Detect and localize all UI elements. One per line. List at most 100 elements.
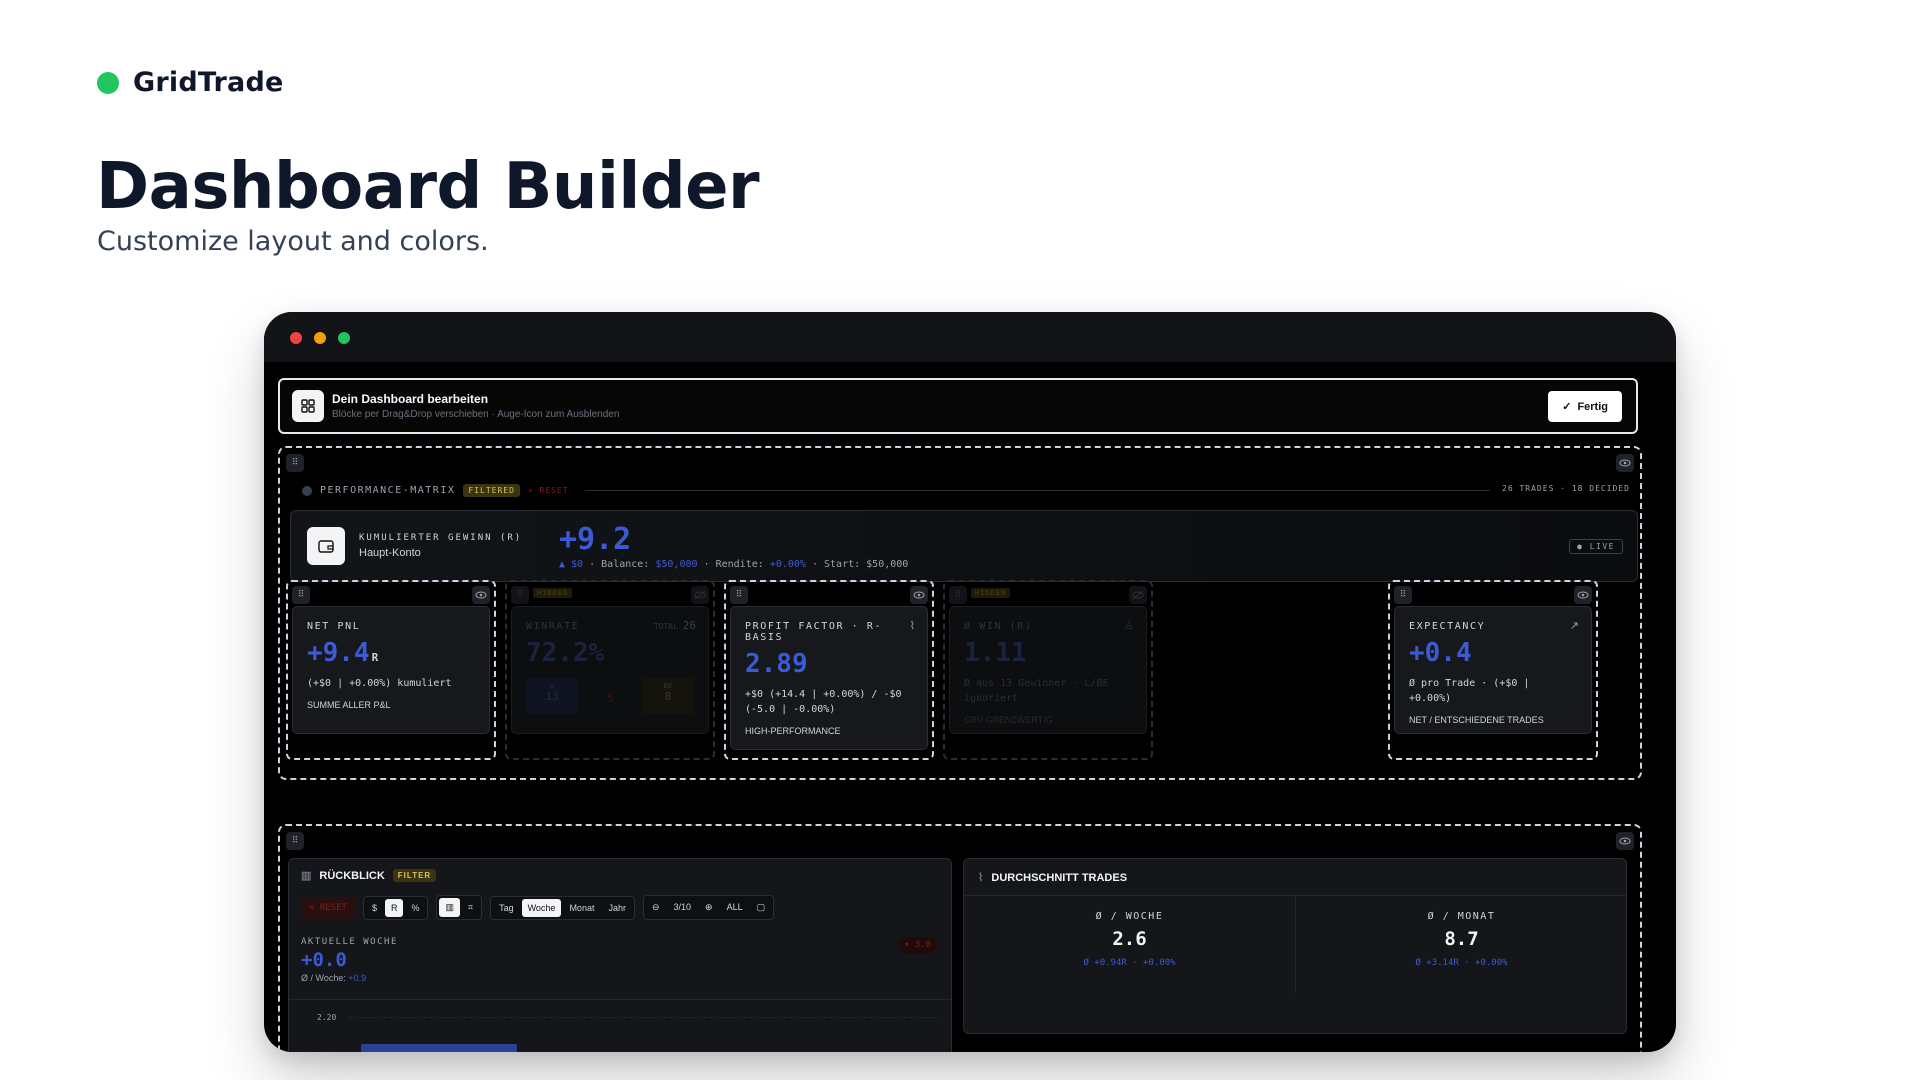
- drag-handle-icon[interactable]: ⠿: [286, 454, 304, 472]
- average-trades-header: ⌇ DURCHSCHNITT TRADES: [978, 871, 1127, 885]
- cumulative-profit-meta: ▲ $0 · Balance: $50,000 · Rendite: +0.00…: [559, 559, 908, 570]
- drag-handle-icon[interactable]: ⠿: [292, 586, 310, 604]
- account-name: Haupt-Konto: [359, 547, 421, 559]
- done-button[interactable]: ✓ Fertig: [1548, 391, 1622, 422]
- cumulative-profit-value: +9.2: [559, 522, 632, 557]
- drag-handle-icon[interactable]: ⠿: [1394, 586, 1412, 604]
- hidden-badge: HIDDEN: [533, 588, 573, 598]
- unit-r[interactable]: R: [384, 898, 404, 917]
- review-header: ▥ RÜCKBLICK FILTER: [301, 869, 437, 882]
- line-chart-icon[interactable]: ⌗: [462, 898, 479, 917]
- review-title: RÜCKBLICK: [319, 869, 385, 882]
- net-pnl-number: +9.4: [307, 638, 370, 668]
- losses-box: 5: [584, 678, 636, 714]
- eye-icon[interactable]: [1616, 832, 1634, 850]
- review-block[interactable]: ⠿ ▥ RÜCKBLICK FILTER × RESET $ R % ▥ ⌗ T…: [278, 824, 1642, 1052]
- expectancy-value: +0.4: [1409, 638, 1472, 668]
- zoom-level: 3/10: [673, 902, 692, 912]
- net-pnl-sub: (+$0 | +0.00%) kumuliert: [307, 678, 452, 689]
- be-label: BE: [663, 682, 673, 690]
- drag-handle-icon[interactable]: ⠿: [730, 586, 748, 604]
- avg-win-note: CRV GRENZWERTIG: [964, 715, 1053, 725]
- reset-filter-button[interactable]: × RESET: [528, 486, 569, 495]
- zoom-controls: ⊖ 3/10 ⊕ ALL ▢: [642, 895, 775, 920]
- maximize-window-button[interactable]: [338, 332, 350, 344]
- matrix-header: PERFORMANCE-MATRIX FILTERED × RESET: [302, 484, 569, 497]
- divider: [289, 999, 951, 1000]
- minimize-window-button[interactable]: [314, 332, 326, 344]
- profit-factor-tile[interactable]: ⠿ ⌇ PROFIT FACTOR · R-BASIS 2.89 +$0 (+1…: [724, 580, 934, 760]
- period-day[interactable]: Tag: [493, 899, 520, 917]
- rendite-label: · Rendite:: [703, 559, 764, 570]
- check-icon: ✓: [1562, 401, 1572, 413]
- fullscreen-icon[interactable]: ▢: [751, 898, 772, 917]
- unit-percent[interactable]: %: [405, 899, 425, 917]
- expectancy-note: NET / ENTSCHIEDENE TRADES: [1409, 715, 1544, 725]
- hidden-badge: HIDDEN: [971, 588, 1011, 598]
- wins-value: 13: [545, 690, 559, 703]
- period-year[interactable]: Jahr: [602, 899, 632, 917]
- period-month[interactable]: Monat: [563, 899, 600, 917]
- profit-factor-value: 2.89: [745, 649, 808, 679]
- activity-icon: ⌇: [909, 620, 915, 632]
- window-titlebar: [264, 312, 1676, 362]
- trade-count-info: 26 TRADES · 18 DECIDED: [1502, 484, 1630, 493]
- net-pnl-card: NET PNL +9.4 R (+$0 | +0.00%) kumuliert S…: [292, 606, 490, 734]
- activity-icon: ⌇: [978, 872, 984, 884]
- eye-icon[interactable]: [472, 586, 490, 604]
- bar-chart-icon[interactable]: ▥: [439, 898, 460, 917]
- profit-factor-note: HIGH-PERFORMANCE: [745, 726, 841, 736]
- page-title: Dashboard Builder: [96, 150, 760, 224]
- drag-handle-icon[interactable]: ⠿: [511, 586, 529, 604]
- expectancy-tile[interactable]: ⠿ ↗ EXPECTANCY +0.4 Ø pro Trade · (+$0 |…: [1388, 580, 1598, 760]
- profit-factor-sub: +$0 (+14.4 | +0.00%) / -$0 (-5.0 | -0.00…: [745, 689, 902, 715]
- expectancy-label: EXPECTANCY: [1409, 621, 1486, 632]
- bar-chart-icon: ▥: [301, 870, 312, 882]
- current-week-value: +0.0: [301, 949, 347, 971]
- eye-off-icon[interactable]: [691, 586, 709, 604]
- drag-handle-icon[interactable]: ⠿: [949, 586, 967, 604]
- winrate-breakdown: W 13 5 BE 8: [526, 678, 694, 714]
- avg-win-label: Ø WIN (R): [964, 621, 1033, 632]
- gridline: [349, 1017, 937, 1018]
- current-week: AKTUELLE WOCHE +0.0 Ø / Woche: +0.9: [301, 937, 398, 983]
- brand: GridTrade: [97, 67, 284, 98]
- drag-handle-icon[interactable]: ⠿: [286, 832, 304, 850]
- winrate-total: TOTAL 26: [654, 619, 696, 632]
- eye-icon[interactable]: [1616, 454, 1634, 472]
- total-label: TOTAL: [653, 622, 678, 631]
- chart-bar[interactable]: [361, 1044, 517, 1052]
- net-pnl-tile[interactable]: ⠿ NET PNL +9.4 R (+$0 | +0.00%) kumuliert…: [286, 580, 496, 760]
- close-window-button[interactable]: [290, 332, 302, 344]
- performance-matrix-block[interactable]: ⠿ PERFORMANCE-MATRIX FILTERED × RESET 26…: [278, 446, 1642, 780]
- grid-icon: [292, 390, 324, 422]
- eye-icon[interactable]: [910, 586, 928, 604]
- cumulative-profit-card: KUMULIERTER GEWINN (R) Haupt-Konto +9.2 …: [290, 510, 1638, 582]
- eye-icon[interactable]: [1574, 586, 1592, 604]
- net-pnl-unit: R: [371, 651, 379, 664]
- profit-factor-card: ⌇ PROFIT FACTOR · R-BASIS 2.89 +$0 (+14.…: [730, 606, 928, 750]
- winrate-card: WINRATE TOTAL 26 72.2% W 13 5 BE 8: [511, 606, 709, 734]
- edit-mode-bar: Dein Dashboard bearbeiten Blöcke per Dra…: [278, 378, 1638, 434]
- period-week[interactable]: Woche: [521, 898, 562, 917]
- reset-button[interactable]: × RESET: [301, 896, 355, 919]
- avg-win-tile[interactable]: ⠿ HIDDEN ♙ Ø WIN (R) 1.11 Ø aus 13 Gewin…: [943, 580, 1153, 760]
- brand-dot: [97, 71, 119, 94]
- start-value: · Start: $50,000: [811, 559, 909, 570]
- avg-win-sub: Ø aus 13 Gewinner · L/BE ignoriert: [964, 678, 1109, 704]
- current-week-label: AKTUELLE WOCHE: [301, 937, 398, 947]
- change-badge: ▾ 3.0: [897, 937, 937, 953]
- zoom-in-icon[interactable]: ⊕: [699, 898, 719, 917]
- avg-week-sub: Ø +0.94R · +0.00%: [1083, 958, 1176, 968]
- avg-week-label: Ø / WOCHE: [1095, 911, 1164, 922]
- zoom-all-button[interactable]: ALL: [721, 898, 749, 917]
- winrate-tile[interactable]: ⠿ HIDDEN WINRATE TOTAL 26 72.2% W 13 5 BE…: [505, 580, 715, 760]
- eye-off-icon[interactable]: [1129, 586, 1147, 604]
- net-pnl-value: +9.4 R: [307, 638, 475, 668]
- wins-box: W 13: [526, 678, 578, 714]
- zoom-out-icon[interactable]: ⊖: [646, 898, 666, 917]
- filtered-badge: FILTERED: [463, 484, 520, 497]
- live-badge: ● LIVE: [1569, 539, 1623, 554]
- profit-factor-label: PROFIT FACTOR · R-BASIS: [745, 621, 883, 643]
- unit-dollar[interactable]: $: [366, 899, 383, 917]
